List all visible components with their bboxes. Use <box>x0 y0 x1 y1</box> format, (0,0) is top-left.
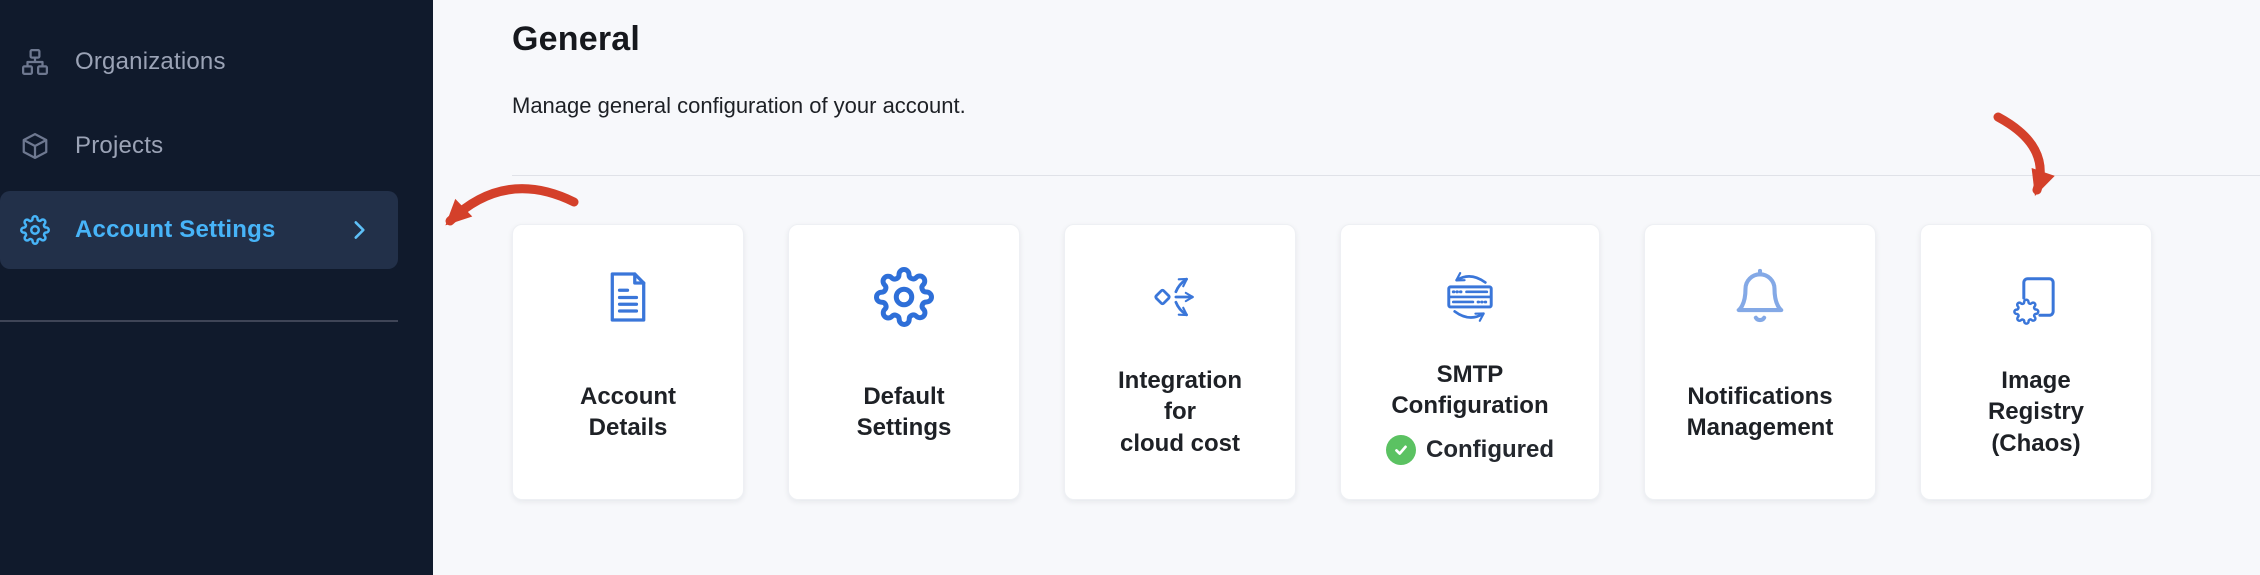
sidebar-item-account-settings[interactable]: Account Settings <box>0 191 398 269</box>
sidebar-item-label: Account Settings <box>75 216 276 244</box>
sidebar-divider <box>0 320 398 322</box>
card-label: Notifications Management <box>1687 381 1834 443</box>
card-label: Default Settings <box>857 381 952 443</box>
card-integration-cloud-cost[interactable]: Integration for cloud cost <box>1064 224 1296 500</box>
card-notifications-management[interactable]: Notifications Management <box>1644 224 1876 500</box>
card-default-settings[interactable]: Default Settings <box>788 224 1020 500</box>
section-divider <box>512 175 2260 176</box>
page-subtitle: Manage general configuration of your acc… <box>512 93 2260 119</box>
gear-icon <box>874 263 934 331</box>
sidebar-item-projects[interactable]: Projects <box>0 107 398 185</box>
status-label: Configured <box>1426 436 1554 464</box>
scatter-arrows-icon <box>1152 263 1208 331</box>
cube-icon <box>20 131 50 161</box>
check-circle-icon <box>1386 435 1416 465</box>
registry-gear-icon <box>2005 263 2067 331</box>
sidebar-item-organizations[interactable]: Organizations <box>0 23 398 101</box>
smtp-status: Configured <box>1386 435 1554 465</box>
chevron-right-icon <box>346 217 372 243</box>
card-smtp-configuration[interactable]: SMTP Configuration Configured <box>1340 224 1600 500</box>
main-content: General Manage general configuration of … <box>433 0 2260 575</box>
org-chart-icon <box>20 47 50 77</box>
page-title: General <box>512 20 2260 59</box>
document-icon <box>599 263 657 331</box>
card-label: Image Registry (Chaos) <box>1988 365 2084 459</box>
card-label: Integration for cloud cost <box>1118 365 1242 459</box>
bell-icon <box>1731 263 1789 331</box>
smtp-server-sync-icon <box>1437 263 1503 331</box>
settings-card-grid: Account Details Default Settings <box>512 224 2260 500</box>
sidebar: Organizations Projects Account Settings <box>0 0 433 575</box>
sidebar-item-label: Organizations <box>75 48 226 76</box>
card-label: Account Details <box>580 381 676 443</box>
card-image-registry-chaos[interactable]: Image Registry (Chaos) <box>1920 224 2152 500</box>
card-account-details[interactable]: Account Details <box>512 224 744 500</box>
gear-icon <box>20 215 50 245</box>
sidebar-item-label: Projects <box>75 132 163 160</box>
card-label: SMTP Configuration <box>1391 359 1548 421</box>
